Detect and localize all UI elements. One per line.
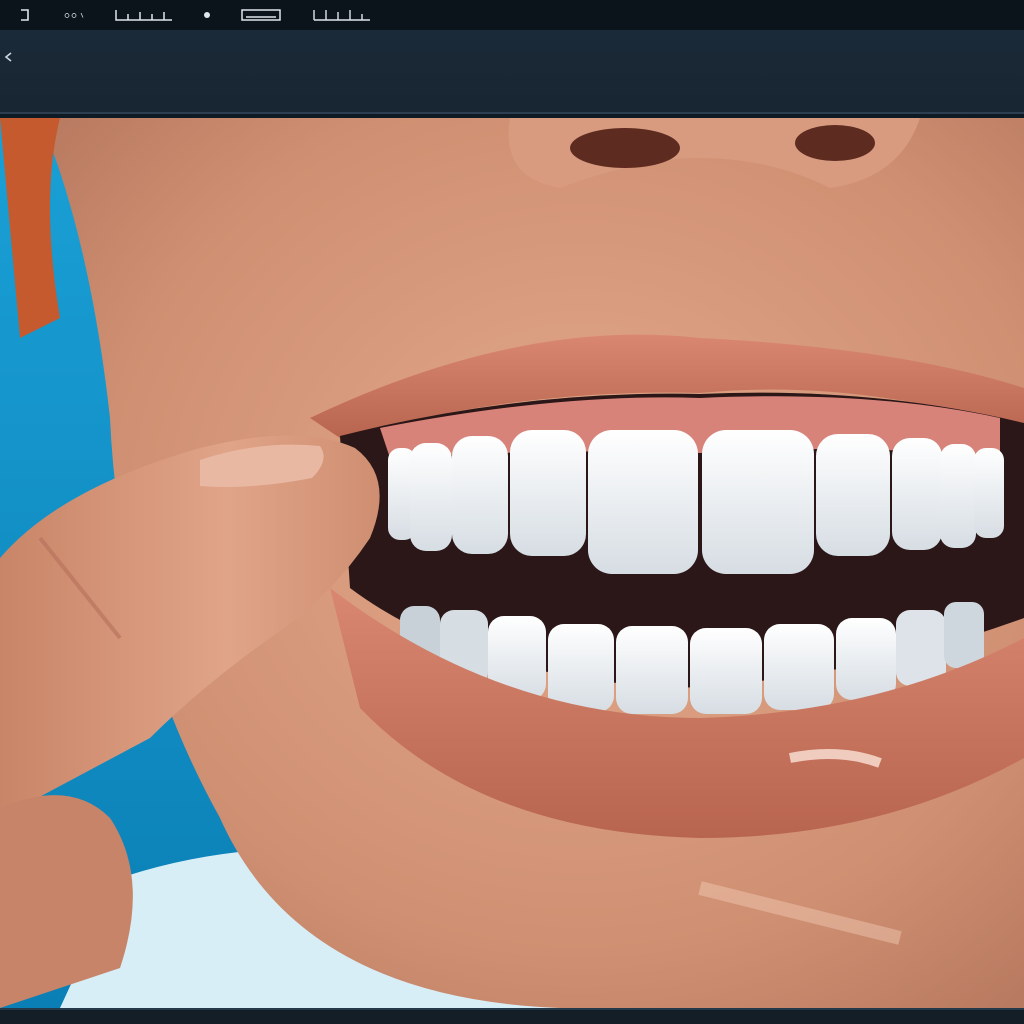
top-toolbar [0, 0, 1024, 30]
nostril-right [795, 125, 875, 161]
timeline-icon[interactable] [114, 8, 174, 22]
screen-icon[interactable] [240, 8, 284, 22]
bottom-status-strip [0, 1008, 1024, 1024]
settings-icon[interactable] [14, 8, 36, 22]
back-icon[interactable] [2, 48, 14, 62]
nostril-left [570, 128, 680, 168]
smile-render-image [0, 118, 1024, 1008]
grid-icon[interactable] [312, 8, 372, 22]
dot-icon[interactable] [202, 8, 212, 22]
zoom-icon[interactable] [64, 8, 86, 22]
image-viewport[interactable] [0, 118, 1024, 1008]
secondary-toolbar [0, 30, 1024, 114]
